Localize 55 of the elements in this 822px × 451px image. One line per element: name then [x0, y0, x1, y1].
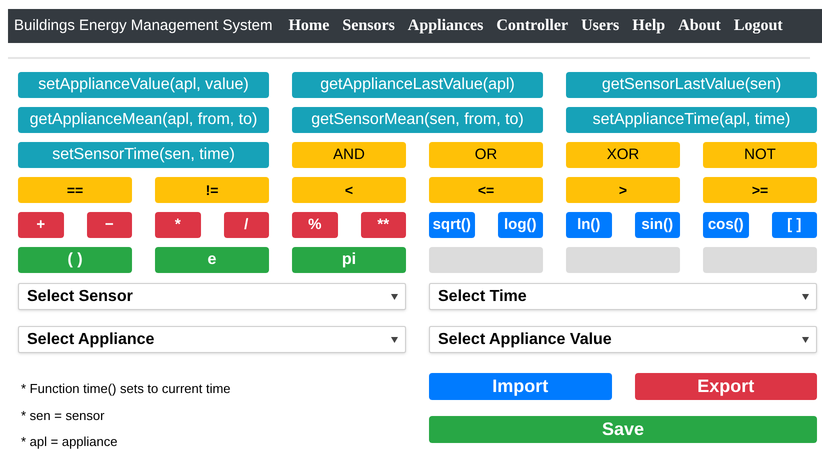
compare-button[interactable]: <	[292, 177, 406, 203]
function-button[interactable]: getSensorMean(sen, from, to)	[292, 107, 543, 133]
logic-button[interactable]: OR	[429, 142, 543, 168]
math-button[interactable]: log()	[498, 212, 543, 238]
nav-link[interactable]: Logout	[734, 14, 783, 38]
note-text: * apl = appliance	[20, 433, 118, 451]
nav-link[interactable]: Controller	[496, 14, 568, 38]
caret-icon	[802, 294, 809, 300]
math-button[interactable]: [ ]	[772, 212, 817, 238]
operator-button[interactable]: +	[18, 212, 64, 238]
function-button[interactable]: setSensorTime(sen, time)	[18, 142, 269, 168]
import-button[interactable]: Import	[429, 373, 612, 400]
math-button[interactable]: ln()	[566, 212, 612, 238]
note-text: * Function time() sets to current time	[20, 380, 232, 398]
caret-icon	[391, 294, 398, 300]
math-button[interactable]: cos()	[703, 212, 748, 238]
compare-button[interactable]: <=	[429, 177, 543, 203]
compare-button[interactable]: !=	[155, 177, 269, 203]
save-button[interactable]: Save	[429, 416, 817, 444]
site-title[interactable]: Buildings Energy Management System	[14, 14, 272, 38]
function-button[interactable]: setApplianceTime(apl, time)	[566, 107, 817, 133]
caret-icon	[802, 336, 809, 342]
operator-button[interactable]: /	[224, 212, 269, 238]
function-button[interactable]: getApplianceMean(apl, from, to)	[18, 107, 269, 133]
nav-link[interactable]: Home	[288, 14, 330, 38]
nav-link[interactable]: About	[678, 14, 721, 38]
function-button[interactable]: getApplianceLastValue(apl)	[292, 72, 543, 98]
note-text: * sen = sensor	[20, 406, 106, 424]
math-button[interactable]: sqrt()	[429, 212, 474, 238]
select-field[interactable]: Select Appliance	[18, 326, 406, 353]
operator-button[interactable]: **	[360, 212, 406, 238]
select-field[interactable]: Select Sensor	[18, 283, 406, 310]
constant-button[interactable]: e	[155, 247, 269, 273]
constant-button[interactable]: pi	[292, 247, 406, 273]
nav-link[interactable]: Help	[632, 14, 666, 38]
operator-button[interactable]: −	[86, 212, 132, 238]
caret-icon	[391, 336, 398, 342]
logic-button[interactable]: NOT	[703, 142, 817, 168]
export-button[interactable]: Export	[634, 373, 817, 400]
nav-link[interactable]: Users	[581, 14, 620, 38]
function-button[interactable]: getSensorLastValue(sen)	[566, 72, 817, 98]
nav-link[interactable]: Sensors	[342, 14, 395, 38]
math-button[interactable]: sin()	[634, 212, 680, 238]
logic-button[interactable]: XOR	[566, 142, 680, 168]
nav-link[interactable]: Appliances	[408, 14, 484, 38]
function-button[interactable]: setApplianceValue(apl, value)	[18, 72, 269, 98]
compare-button[interactable]: ==	[18, 177, 132, 203]
compare-button[interactable]: >	[566, 177, 680, 203]
constant-button[interactable]: ( )	[18, 247, 132, 273]
compare-button[interactable]: >=	[703, 177, 817, 203]
operator-button[interactable]: %	[292, 212, 338, 238]
operator-button[interactable]: *	[155, 212, 200, 238]
select-field[interactable]: Select Appliance Value	[429, 326, 817, 353]
select-field[interactable]: Select Time	[429, 283, 817, 310]
logic-button[interactable]: AND	[292, 142, 406, 168]
